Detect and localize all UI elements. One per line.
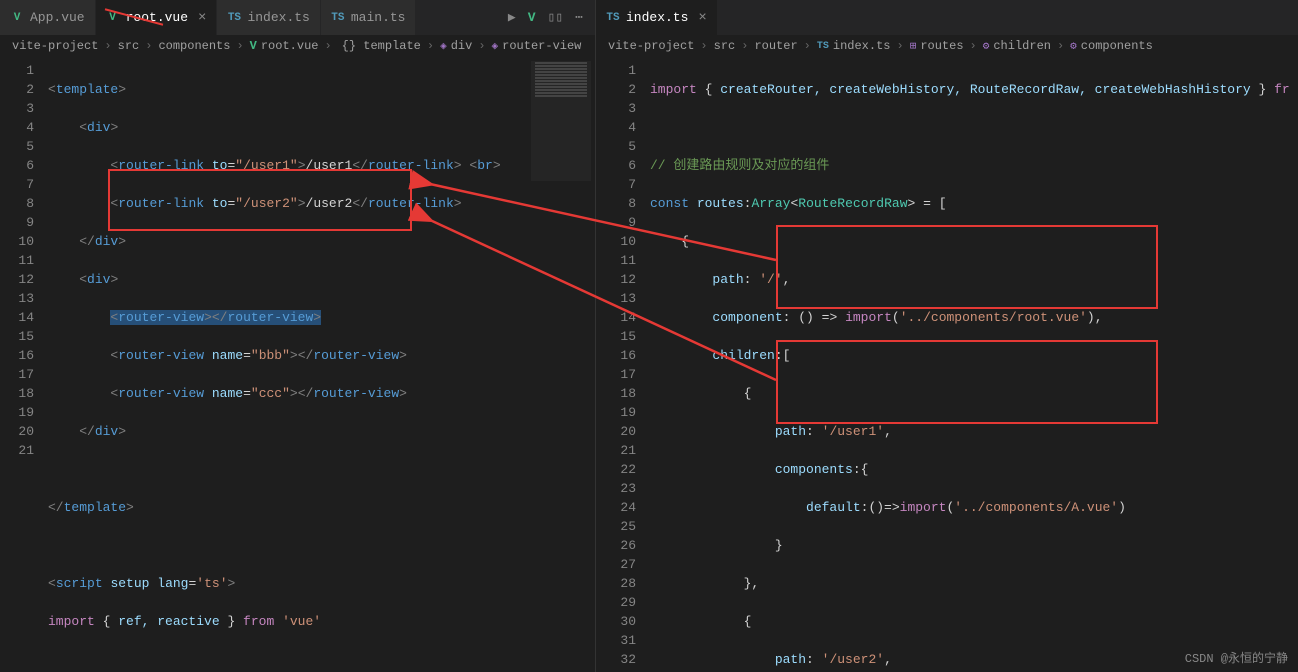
crumb[interactable]: router-view bbox=[502, 39, 581, 53]
element-icon: ◈ bbox=[492, 39, 499, 53]
left-editor[interactable]: 123456789101112131415161718192021 <templ… bbox=[0, 57, 595, 672]
tab-app-vue[interactable]: V App.vue bbox=[0, 0, 96, 35]
code-string: "bbb" bbox=[251, 348, 290, 363]
crumb[interactable]: {} template bbox=[342, 39, 421, 53]
tab-root-vue[interactable]: V root.vue × bbox=[96, 0, 218, 35]
code-comment: // 创建路由规则及对应的组件 bbox=[650, 158, 829, 173]
crumb[interactable]: vite-project bbox=[12, 39, 98, 53]
left-breadcrumb[interactable]: vite-project› src› components› V root.vu… bbox=[0, 35, 595, 57]
crumb[interactable]: src bbox=[118, 39, 140, 53]
crumb[interactable]: src bbox=[714, 39, 736, 53]
left-code[interactable]: <template> <div> <router-link to="/user1… bbox=[48, 57, 595, 672]
more-icon[interactable]: ⋯ bbox=[575, 10, 583, 25]
vue-tool-icon[interactable]: V bbox=[528, 10, 536, 25]
method-icon: ⚙ bbox=[983, 39, 990, 53]
code-type: RouteRecordRaw bbox=[798, 196, 907, 211]
crumb[interactable]: vite-project bbox=[608, 39, 694, 53]
close-icon[interactable]: × bbox=[698, 10, 706, 26]
var-icon: ⊞ bbox=[910, 39, 917, 53]
minimap[interactable] bbox=[531, 61, 591, 181]
right-breadcrumb[interactable]: vite-project› src› router› TS index.ts› … bbox=[596, 35, 1298, 57]
ts-icon: TS bbox=[606, 11, 620, 25]
tab-label: main.ts bbox=[351, 10, 406, 25]
tab-index-ts[interactable]: TS index.ts bbox=[217, 0, 320, 35]
element-icon: ◈ bbox=[440, 39, 447, 53]
code-string: "ccc" bbox=[251, 386, 290, 401]
left-editor-pane: V App.vue V root.vue × TS index.ts TS ma… bbox=[0, 0, 596, 672]
split-icon[interactable]: ▯▯ bbox=[548, 10, 564, 25]
left-gutter: 123456789101112131415161718192021 bbox=[0, 57, 48, 672]
crumb[interactable]: components bbox=[1081, 39, 1153, 53]
code-string: 'vue' bbox=[282, 614, 321, 629]
vue-icon: V bbox=[10, 11, 24, 25]
right-editor[interactable]: 1234567891011121314151617181920212223242… bbox=[596, 57, 1298, 672]
right-tabs: TS index.ts × bbox=[596, 0, 1298, 35]
tab-actions: ▶ V ▯▯ ⋯ bbox=[508, 10, 595, 25]
crumb[interactable]: index.ts bbox=[833, 39, 891, 53]
right-gutter: 1234567891011121314151617181920212223242… bbox=[596, 57, 650, 672]
watermark: CSDN @永恒的宁静 bbox=[1185, 649, 1288, 666]
code-string: '../components/A.vue' bbox=[954, 500, 1118, 515]
method-icon: ⚙ bbox=[1070, 39, 1077, 53]
left-tabs: V App.vue V root.vue × TS index.ts TS ma… bbox=[0, 0, 595, 35]
vue-icon: V bbox=[250, 39, 257, 53]
crumb[interactable]: children bbox=[993, 39, 1051, 53]
code-string: '/user2' bbox=[822, 652, 884, 667]
crumb[interactable]: routes bbox=[920, 39, 963, 53]
code-string: '../components/root.vue' bbox=[900, 310, 1087, 325]
code-var: createRouter, createWebHistory, RouteRec… bbox=[720, 82, 1251, 97]
play-icon[interactable]: ▶ bbox=[508, 10, 516, 25]
tab-label: index.ts bbox=[247, 10, 309, 25]
right-code[interactable]: import { createRouter, createWebHistory,… bbox=[650, 57, 1298, 672]
ts-icon: TS bbox=[817, 41, 829, 52]
close-icon[interactable]: × bbox=[198, 10, 206, 26]
code-var: ref, reactive bbox=[118, 614, 219, 629]
crumb[interactable]: router bbox=[754, 39, 797, 53]
tab-label: index.ts bbox=[626, 10, 688, 25]
crumb[interactable]: root.vue bbox=[261, 39, 319, 53]
right-editor-pane: TS index.ts × vite-project› src› router›… bbox=[596, 0, 1298, 672]
tab-label: App.vue bbox=[30, 10, 85, 25]
code-string: '/' bbox=[759, 272, 782, 287]
tab-main-ts[interactable]: TS main.ts bbox=[321, 0, 417, 35]
code-string: "/user1" bbox=[235, 158, 297, 173]
ts-icon: TS bbox=[331, 11, 345, 25]
crumb[interactable]: components bbox=[158, 39, 230, 53]
code-string: '/user1' bbox=[822, 424, 884, 439]
crumb[interactable]: div bbox=[451, 39, 473, 53]
tab-index-ts-right[interactable]: TS index.ts × bbox=[596, 0, 718, 35]
ts-icon: TS bbox=[227, 11, 241, 25]
code-string: "/user2" bbox=[235, 196, 297, 211]
